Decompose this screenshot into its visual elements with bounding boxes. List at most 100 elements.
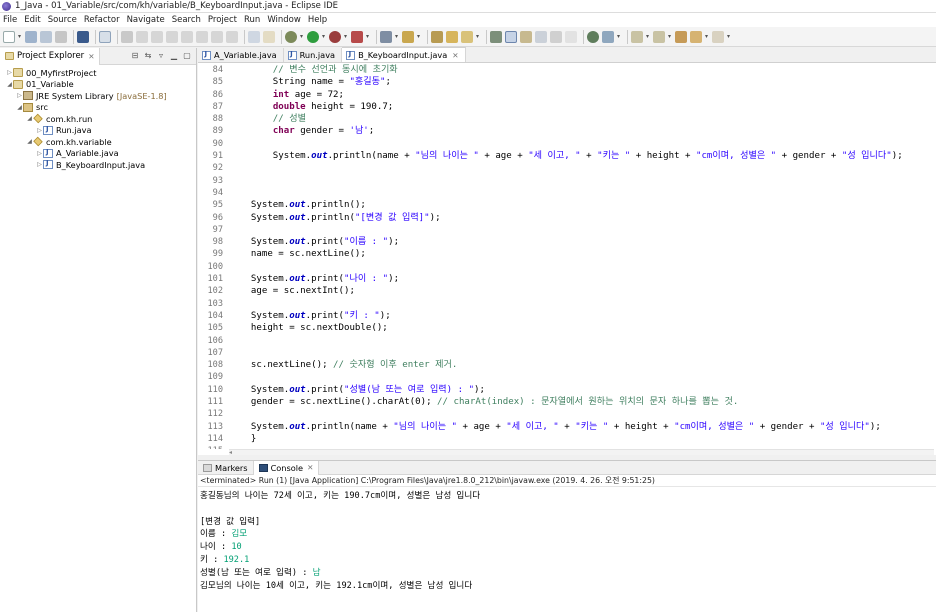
highlight-icon[interactable] (263, 30, 275, 43)
code-line[interactable]: 114 } (198, 433, 936, 445)
collapse-icon[interactable]: ◢ (26, 138, 33, 145)
maximize-icon[interactable]: ▢ (182, 50, 192, 61)
code-line[interactable]: 110 System.out.print("성별(남 또는 여로 입력) : "… (198, 384, 936, 396)
tab-a-variable-java[interactable]: A_Variable.java (198, 48, 284, 62)
menu-window[interactable]: Window (267, 15, 301, 25)
code-line[interactable]: 103 (198, 298, 936, 310)
new-dropdown-icon[interactable]: ▾ (18, 31, 22, 43)
tree-item-src[interactable]: ◢ src (0, 102, 196, 114)
coverage-icon[interactable] (329, 30, 341, 43)
forward-icon[interactable] (712, 30, 724, 43)
collapse-icon[interactable]: ◢ (6, 81, 13, 88)
code-line[interactable]: 99 name = sc.nextLine(); (198, 248, 936, 260)
menu-help[interactable]: Help (308, 15, 327, 25)
code-line[interactable]: 109 (198, 371, 936, 383)
last-edit-location-icon[interactable] (675, 30, 687, 43)
code-line[interactable]: 104 System.out.print("키 : "); (198, 310, 936, 322)
step-return-icon[interactable] (226, 30, 238, 43)
save-all-icon[interactable] (40, 30, 52, 43)
code-line[interactable]: 111 gender = sc.nextLine().charAt(0); //… (198, 396, 936, 408)
new-icon[interactable] (3, 30, 15, 43)
collapse-icon[interactable]: ◢ (26, 115, 33, 122)
tree-item-run-java[interactable]: ▷ Run.java (0, 125, 196, 137)
code-line[interactable]: 102 age = sc.nextInt(); (198, 285, 936, 297)
close-icon[interactable]: ✕ (452, 51, 458, 60)
code-line[interactable]: 92 (198, 162, 936, 174)
code-line[interactable]: 95 System.out.println(); (198, 199, 936, 211)
code-line[interactable]: 107 (198, 347, 936, 359)
search-dropdown-icon[interactable]: ▾ (476, 31, 480, 43)
tab-run-java[interactable]: Run.java (284, 48, 343, 62)
code-line[interactable]: 93 (198, 175, 936, 187)
new-java-project-dropdown-icon[interactable]: ▾ (395, 31, 399, 43)
horizontal-scrollbar[interactable]: ◂ (229, 449, 934, 456)
open-type-icon[interactable] (431, 30, 443, 43)
code-line[interactable]: 98 System.out.print("이름 : "); (198, 236, 936, 248)
run-icon[interactable] (307, 30, 319, 43)
pin-icon[interactable] (490, 30, 502, 43)
code-line[interactable]: 112 (198, 408, 936, 420)
expand-icon[interactable]: ▷ (6, 69, 13, 76)
code-line[interactable]: 97 (198, 224, 936, 236)
word-wrap-icon[interactable] (550, 30, 562, 43)
menu-file[interactable]: File (3, 15, 17, 25)
external-tools-icon[interactable] (351, 30, 363, 43)
menu-edit[interactable]: Edit (24, 15, 40, 25)
expand-icon[interactable]: ▷ (36, 127, 43, 134)
terminal-icon[interactable] (77, 30, 89, 43)
step-into-icon[interactable] (196, 30, 208, 43)
link-with-editor-icon[interactable]: ⇆ (143, 50, 153, 61)
new-java-project-icon[interactable] (380, 30, 392, 43)
save-icon[interactable] (25, 30, 37, 43)
back-dropdown-icon[interactable]: ▾ (705, 31, 709, 43)
code-line[interactable]: 84 // 변수 선언과 동시에 초기화 (198, 64, 936, 76)
view-menu-icon[interactable]: ▿ (156, 50, 166, 61)
collapse-all-icon[interactable]: ⊟ (130, 50, 140, 61)
console-output[interactable]: 홍길동님의 나이는 72세 이고, 키는 190.7cm이며, 성별은 남성 입… (198, 487, 936, 592)
menu-navigate[interactable]: Navigate (127, 15, 165, 25)
close-icon[interactable]: ✕ (88, 52, 94, 61)
tab-project-explorer[interactable]: Project Explorer ✕ (0, 47, 101, 65)
code-line[interactable]: 88 // 성별 (198, 113, 936, 125)
synchronize-dropdown-icon[interactable]: ▾ (617, 31, 621, 43)
code-line[interactable]: 87 double height = 190.7; (198, 101, 936, 113)
tree-item-00-myfirstproject[interactable]: ▷ 00_MyfirstProject (0, 67, 196, 79)
synchronize-icon[interactable] (602, 30, 614, 43)
tree-item-jre-system-library[interactable]: ▷ JRE System Library [JavaSE-1.8] (0, 90, 196, 102)
code-line[interactable]: 90 (198, 138, 936, 150)
print-icon[interactable] (55, 30, 67, 43)
external-tools-dropdown-icon[interactable]: ▾ (366, 31, 370, 43)
new-java-package-icon[interactable] (402, 30, 414, 43)
debug-dropdown-icon[interactable]: ▾ (300, 31, 304, 43)
menu-source[interactable]: Source (48, 15, 77, 25)
expand-icon[interactable]: ▷ (16, 92, 23, 99)
block-selection-icon[interactable] (535, 30, 547, 43)
coverage-dropdown-icon[interactable]: ▾ (344, 31, 348, 43)
code-line[interactable]: 86 int age = 72; (198, 89, 936, 101)
code-line[interactable]: 106 (198, 335, 936, 347)
toggle-breakpoints-icon[interactable] (99, 30, 111, 43)
mark-occurrences-icon[interactable] (505, 30, 517, 43)
code-line[interactable]: 85 String name = "홍길동"; (198, 76, 936, 88)
next-annotation-icon[interactable] (631, 30, 643, 43)
previous-annotation-dropdown-icon[interactable]: ▾ (668, 31, 672, 43)
menu-run[interactable]: Run (244, 15, 260, 25)
menu-refactor[interactable]: Refactor (84, 15, 120, 25)
previous-annotation-icon[interactable] (653, 30, 665, 43)
collapse-icon[interactable]: ◢ (16, 104, 23, 111)
use-step-filters-icon[interactable] (248, 30, 260, 43)
tab-b-keyboardinput-java[interactable]: B_KeyboardInput.java ✕ (342, 47, 466, 62)
close-icon[interactable]: ✕ (307, 463, 313, 472)
code-line[interactable]: 113 System.out.println(name + "님의 나이는 " … (198, 421, 936, 433)
open-folder-icon[interactable] (446, 30, 458, 43)
code-text-area[interactable]: 84 // 변수 선언과 동시에 초기화 85 String name = "홍길… (198, 64, 936, 449)
suspend-icon[interactable] (151, 30, 163, 43)
show-whitespace-icon[interactable] (565, 30, 577, 43)
resume-icon[interactable] (136, 30, 148, 43)
tab-console[interactable]: Console ✕ (252, 460, 320, 475)
task-icon[interactable] (587, 30, 599, 43)
code-line[interactable]: 94 (198, 187, 936, 199)
code-line[interactable]: 108 sc.nextLine(); // 숫자형 이후 enter 제거. (198, 359, 936, 371)
code-line[interactable]: 101 System.out.print("나이 : "); (198, 273, 936, 285)
debug-icon[interactable] (285, 30, 297, 43)
